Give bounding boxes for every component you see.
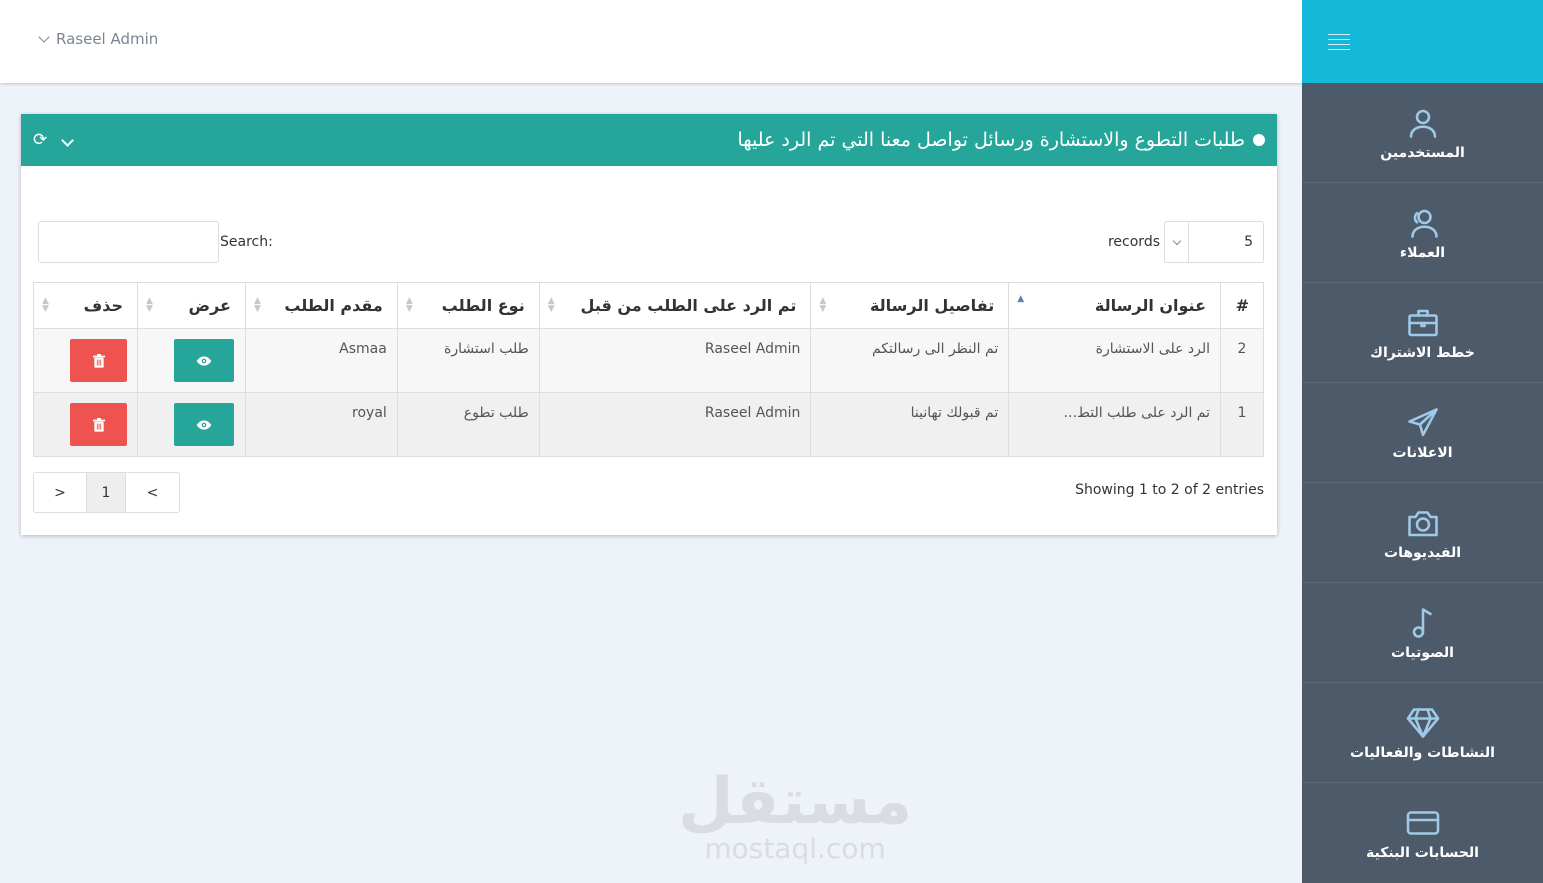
- sidebar-item-plans[interactable]: خطط الاشتراك: [1302, 283, 1543, 383]
- column-header-delete[interactable]: حذف ▲ ▼: [33, 282, 138, 329]
- column-header-type[interactable]: نوع الطلب ▲ ▼: [396, 282, 540, 329]
- column-header-details[interactable]: تفاصيل الرسالة ▲ ▼: [810, 282, 1010, 329]
- table-info: Showing 1 to 2 of 2 entries: [1075, 482, 1264, 498]
- prev-page-button[interactable]: <: [126, 473, 179, 512]
- sidebar-item-label: العملاء: [1399, 244, 1446, 261]
- user-menu[interactable]: Raseel Admin: [38, 30, 159, 48]
- users-icon: [1410, 209, 1438, 238]
- cell-view: [137, 328, 246, 393]
- cell-subject: تم الرد على طلب التط...: [1008, 392, 1222, 457]
- sidebar-item-audio[interactable]: الصوتيات: [1302, 583, 1543, 683]
- watermark-arabic: مستقل: [678, 765, 913, 839]
- page-button-current[interactable]: 1: [87, 473, 126, 512]
- search-input[interactable]: [38, 221, 219, 263]
- sort-icon: ▲ ▼: [405, 296, 413, 314]
- sidebar-item-label: المستخدمين: [1380, 144, 1465, 161]
- sidebar-item-videos[interactable]: الفيديوهات: [1302, 483, 1543, 583]
- table-row: 1 تم الرد على طلب التط... تم قبولك تهاني…: [33, 392, 1264, 457]
- sidebar-item-label: الفيديوهات: [1384, 544, 1461, 561]
- send-icon: [1407, 407, 1438, 436]
- sidebar-item-label: خطط الاشتراك: [1370, 344, 1475, 361]
- delete-button[interactable]: [70, 403, 127, 446]
- page-length-select[interactable]: 5: [1164, 221, 1264, 263]
- table-controls: Search: records 5: [38, 221, 1264, 263]
- chevron-down-icon: [1165, 222, 1189, 262]
- cell-replied-by: Raseel Admin: [538, 392, 812, 457]
- records-label: records: [1107, 234, 1160, 250]
- collapse-chevron-icon[interactable]: [61, 132, 75, 149]
- page-length-value: 5: [1244, 234, 1253, 250]
- refresh-icon[interactable]: ⟳: [33, 131, 47, 149]
- cell-requester: Asmaa: [244, 328, 398, 393]
- sidebar-item-label: الاعلانات: [1392, 444, 1453, 461]
- sidebar-item-clients[interactable]: العملاء: [1302, 183, 1543, 283]
- sidebar-item-events[interactable]: النشاطات والفعاليات: [1302, 683, 1543, 783]
- top-bar: Raseel Admin: [0, 0, 1302, 83]
- page-length-wrap: records 5: [1108, 221, 1264, 263]
- eye-icon: [196, 419, 212, 430]
- next-page-button[interactable]: >: [34, 473, 87, 512]
- sort-asc-icon: ▲: [1017, 294, 1025, 304]
- camera-icon: [1407, 510, 1438, 536]
- column-header-requester[interactable]: مقدم الطلب ▲ ▼: [244, 282, 398, 329]
- delete-button[interactable]: [70, 339, 127, 382]
- cell-number: 2: [1220, 328, 1264, 393]
- column-header-subject[interactable]: عنوان الرسالة ▲: [1008, 282, 1222, 329]
- cell-delete: [33, 392, 138, 457]
- trash-icon: [92, 417, 105, 432]
- search-wrap: Search:: [38, 221, 273, 263]
- view-button[interactable]: [173, 339, 234, 382]
- panel-title: طلبات التطوع والاستشارة ورسائل تواصل معن…: [737, 129, 1245, 151]
- cell-view: [137, 392, 246, 457]
- replied-requests-panel: ⟳ طلبات التطوع والاستشارة ورسائل تواصل م…: [21, 114, 1277, 535]
- cell-details: تم النظر الى رسالتكم: [810, 328, 1010, 393]
- sidebar-item-bank-accounts[interactable]: الحسابات البنكية: [1302, 783, 1543, 883]
- briefcase-icon: [1407, 309, 1438, 336]
- watermark-latin: mostaql.com: [704, 832, 886, 865]
- panel-header: ⟳ طلبات التطوع والاستشارة ورسائل تواصل م…: [21, 114, 1277, 166]
- cell-replied-by: Raseel Admin: [538, 328, 812, 393]
- panel-title-wrap: طلبات التطوع والاستشارة ورسائل تواصل معن…: [737, 129, 1265, 151]
- cell-type: طلب استشارة: [396, 328, 540, 393]
- eye-icon: [196, 355, 212, 366]
- view-button[interactable]: [173, 403, 234, 446]
- requests-table: # عنوان الرسالة ▲ تفاصيل الرسالة ▲ ▼ تم الر…: [33, 282, 1264, 457]
- sort-icon: ▲ ▼: [547, 296, 555, 314]
- cell-delete: [33, 328, 138, 393]
- sidebar-item-users[interactable]: المستخدمين: [1302, 83, 1543, 183]
- panel-tools: ⟳: [33, 131, 75, 149]
- table-row: 2 الرد على الاستشارة تم النظر الى رسالتك…: [33, 328, 1264, 393]
- column-header-replied-by[interactable]: تم الرد على الطلب من قبل ▲ ▼: [538, 282, 812, 329]
- cell-number: 1: [1220, 392, 1264, 457]
- mostaql-watermark: مستقل mostaql.com: [678, 770, 912, 864]
- column-header-number[interactable]: #: [1220, 282, 1264, 329]
- music-note-icon: [1412, 607, 1432, 638]
- sidebar-item-label: الحسابات البنكية: [1366, 845, 1479, 861]
- cell-requester: royal: [244, 392, 398, 457]
- chevron-down-icon: [38, 31, 50, 43]
- user-icon: [1409, 109, 1436, 138]
- cell-details: تم قبولك تهانينا: [810, 392, 1010, 457]
- sidebar-item-label: النشاطات والفعاليات: [1350, 744, 1495, 761]
- column-header-view[interactable]: عرض ▲ ▼: [137, 282, 246, 329]
- pagination: > 1 <: [33, 472, 180, 513]
- table-header-row: # عنوان الرسالة ▲ تفاصيل الرسالة ▲ ▼ تم الر…: [33, 282, 1264, 329]
- search-label: Search:: [220, 234, 273, 250]
- sort-icon: ▲ ▼: [819, 296, 827, 314]
- sidebar-header: [1302, 0, 1543, 83]
- sort-icon: ▲ ▼: [253, 296, 261, 314]
- sort-icon: ▲ ▼: [42, 296, 49, 314]
- sidebar-item-label: الصوتيات: [1391, 644, 1454, 661]
- menu-toggle-icon[interactable]: [1328, 33, 1350, 50]
- cell-type: طلب تطوع: [396, 392, 540, 457]
- globe-icon: [1253, 134, 1265, 146]
- credit-card-icon: [1406, 811, 1439, 835]
- sort-icon: ▲ ▼: [146, 296, 153, 314]
- diamond-icon: [1406, 707, 1439, 738]
- cell-subject: الرد على الاستشارة: [1008, 328, 1222, 393]
- trash-icon: [92, 353, 105, 368]
- sidebar: المستخدمين العملاء خطط الاشتراك الاعلانا…: [1302, 0, 1543, 883]
- sidebar-item-ads[interactable]: الاعلانات: [1302, 383, 1543, 483]
- user-name: Raseel Admin: [56, 30, 159, 48]
